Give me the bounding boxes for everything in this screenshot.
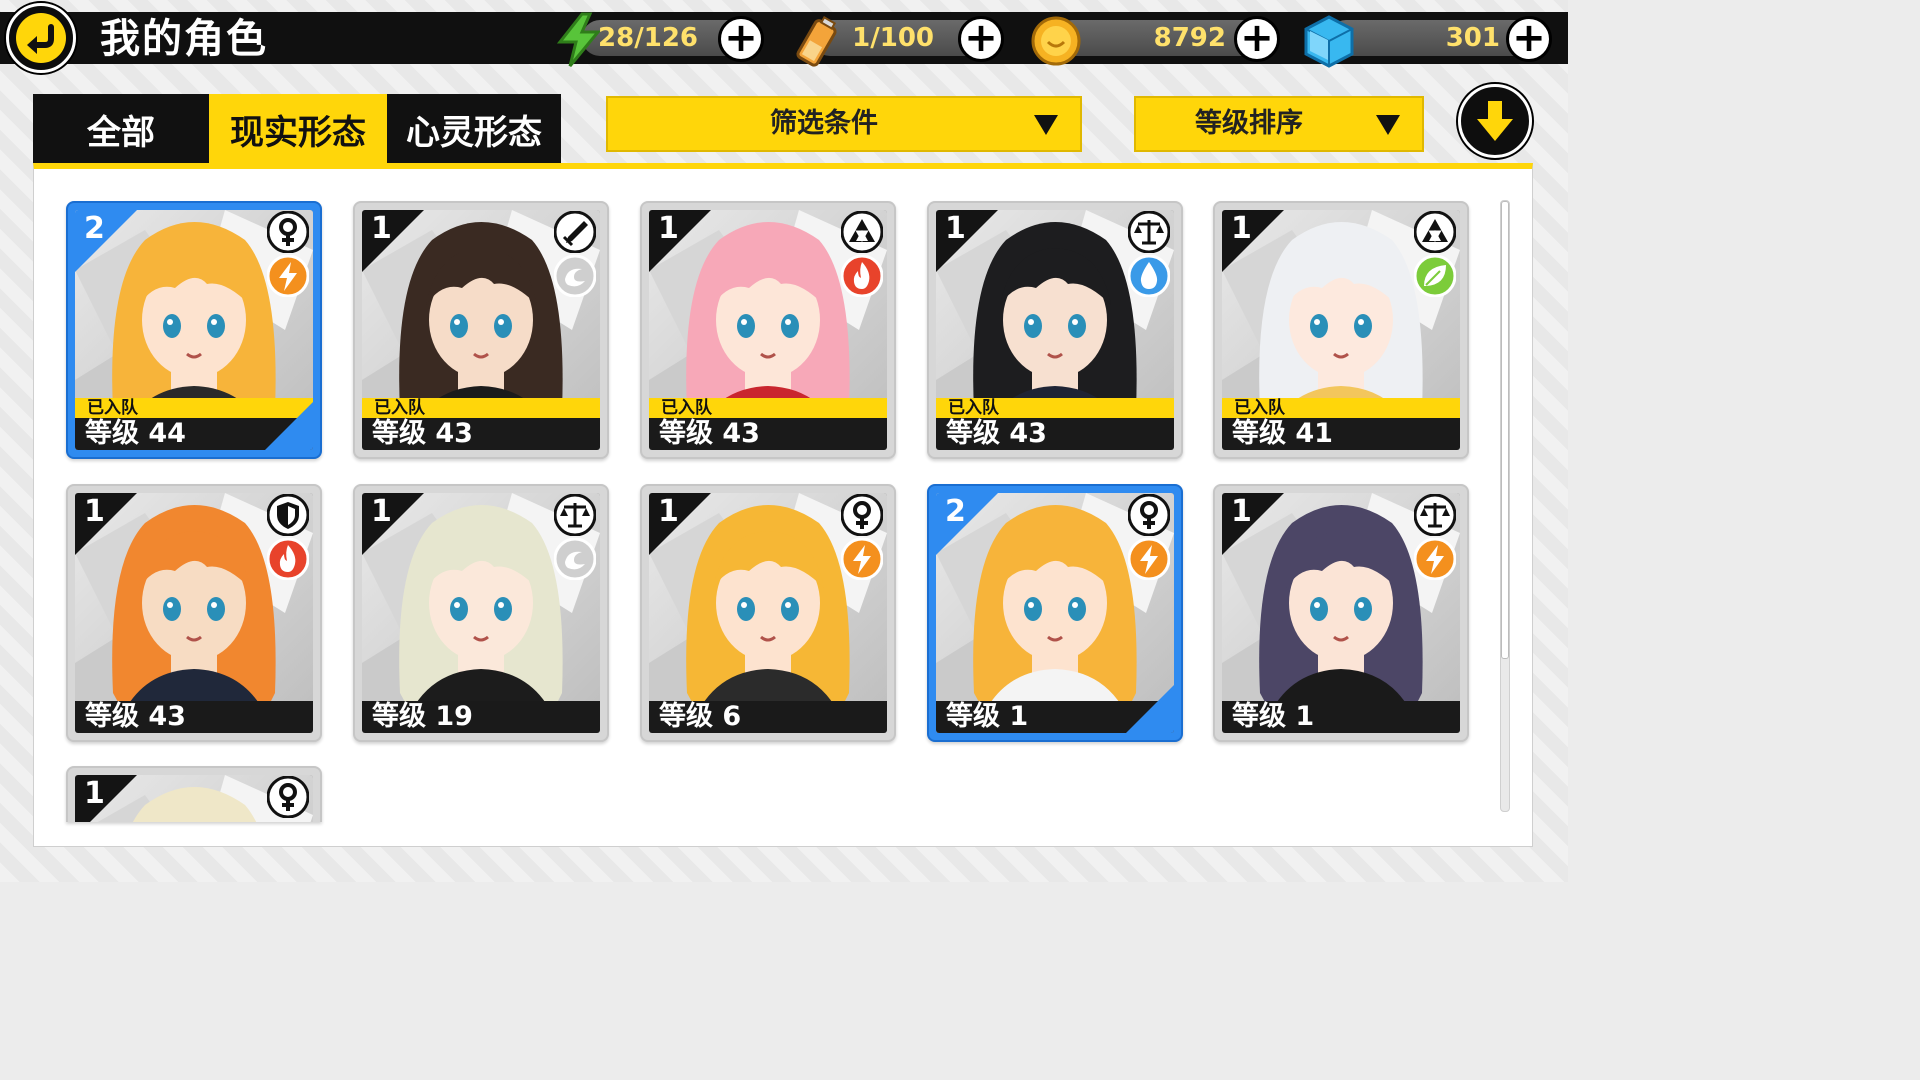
rank-number: 1	[945, 211, 966, 246]
selected-corner-marker	[265, 402, 313, 450]
energy-resource: 28/126 +	[552, 12, 772, 67]
gem-value: 301	[1445, 23, 1500, 53]
add-gems-button[interactable]: +	[1506, 16, 1552, 62]
fire-icon	[840, 254, 884, 298]
battery-value: 1/100	[852, 23, 934, 53]
level-bar: 等级 43	[649, 418, 887, 450]
character-card[interactable]: 等级 6 1	[640, 484, 896, 742]
in-team-label: 已入队	[649, 398, 887, 418]
sword-icon	[553, 210, 597, 254]
level-bar: 等级 1	[1222, 701, 1460, 733]
in-team-label: 已入队	[936, 398, 1174, 418]
rank-number: 1	[658, 494, 679, 529]
rank-number: 2	[84, 211, 105, 246]
leaf-icon	[1413, 254, 1457, 298]
female-icon	[266, 210, 310, 254]
coin-value: 8792	[1153, 23, 1226, 53]
wind-icon	[553, 537, 597, 581]
lightning-icon	[1413, 537, 1457, 581]
rank-number: 1	[658, 211, 679, 246]
level-bar: 等级 19	[362, 701, 600, 733]
tab-mind-form[interactable]: 心灵形态	[387, 94, 561, 164]
level-bar: 等级 43	[362, 418, 600, 450]
rank-number: 1	[84, 494, 105, 529]
selected-corner-marker	[1126, 685, 1174, 733]
back-button[interactable]	[6, 3, 76, 73]
character-card[interactable]: 等级 19 1	[353, 484, 609, 742]
add-energy-button[interactable]: +	[718, 16, 764, 62]
female-icon	[840, 493, 884, 537]
character-level: 等级 43	[372, 418, 473, 449]
character-level: 等级 6	[659, 701, 742, 732]
female-icon	[1127, 493, 1171, 537]
add-coins-button[interactable]: +	[1234, 16, 1280, 62]
form-tabs: 全部 现实形态 心灵形态	[33, 94, 561, 164]
rank-number: 1	[84, 776, 105, 811]
female-icon	[266, 775, 310, 819]
add-battery-button[interactable]: +	[958, 16, 1004, 62]
gem-cube-icon	[1302, 14, 1356, 72]
fire-icon	[266, 537, 310, 581]
in-team-label: 已入队	[1222, 398, 1460, 418]
sort-order-button[interactable]	[1458, 84, 1532, 158]
coin-icon	[1030, 15, 1082, 71]
character-card[interactable]: 已入队 等级 44 2	[66, 201, 322, 459]
tab-all[interactable]: 全部	[33, 94, 209, 164]
rank-number: 2	[945, 494, 966, 529]
scale-icon	[1413, 493, 1457, 537]
level-bar: 等级 43	[75, 701, 313, 733]
scale-icon	[1127, 210, 1171, 254]
scale-icon	[553, 493, 597, 537]
water-icon	[1127, 254, 1171, 298]
gem-resource: 301 +	[1302, 15, 1556, 68]
character-card[interactable]: 已入队 等级 43 1	[353, 201, 609, 459]
in-team-label: 已入队	[362, 398, 600, 418]
sort-dropdown[interactable]: 等级排序	[1134, 96, 1424, 152]
character-card[interactable]: 已入队 等级 43 1	[927, 201, 1183, 459]
character-card[interactable]: 已入队 等级 43 1	[640, 201, 896, 459]
character-card[interactable]: 等级 1 2	[927, 484, 1183, 742]
wind-icon	[553, 254, 597, 298]
character-card[interactable]: 已入队 等级 41 1	[1213, 201, 1469, 459]
character-card[interactable]: 等级 43 1	[66, 484, 322, 742]
character-level: 等级 1	[946, 701, 1029, 732]
lightning-icon	[840, 537, 884, 581]
filter-dropdown-label: 筛选条件	[770, 108, 878, 139]
battery-resource: 1/100 +	[792, 15, 1012, 67]
character-level: 等级 1	[1232, 701, 1315, 732]
character-level: 等级 43	[659, 418, 760, 449]
character-level: 等级 19	[372, 701, 473, 732]
character-level: 等级 43	[946, 418, 1047, 449]
arrow-down-icon	[1477, 101, 1513, 141]
shield-icon	[266, 493, 310, 537]
character-card[interactable]: 1	[66, 766, 322, 822]
rank-number: 1	[371, 494, 392, 529]
character-level: 等级 44	[85, 418, 186, 449]
level-bar: 等级 6	[649, 701, 887, 733]
lightning-icon	[266, 254, 310, 298]
scrollbar-thumb[interactable]	[1501, 201, 1509, 659]
triforce-icon	[1413, 210, 1457, 254]
character-card[interactable]: 等级 1 1	[1213, 484, 1469, 742]
lightning-icon	[1127, 537, 1171, 581]
energy-value: 28/126	[598, 23, 698, 53]
caret-down-icon	[1034, 115, 1058, 135]
page-title: 我的角色	[100, 16, 268, 62]
level-bar: 等级 43	[936, 418, 1174, 450]
sort-dropdown-label: 等级排序	[1195, 108, 1303, 139]
caret-down-icon	[1376, 115, 1400, 135]
character-level: 等级 43	[85, 701, 186, 732]
rank-number: 1	[1231, 494, 1252, 529]
level-bar: 等级 41	[1222, 418, 1460, 450]
character-level: 等级 41	[1232, 418, 1333, 449]
coin-resource: 8792 +	[1030, 16, 1284, 66]
filter-dropdown[interactable]: 筛选条件	[606, 96, 1082, 152]
rank-number: 1	[371, 211, 392, 246]
back-arrow-icon	[16, 13, 66, 63]
triforce-icon	[840, 210, 884, 254]
tab-real-form[interactable]: 现实形态	[209, 94, 387, 164]
rank-number: 1	[1231, 211, 1252, 246]
